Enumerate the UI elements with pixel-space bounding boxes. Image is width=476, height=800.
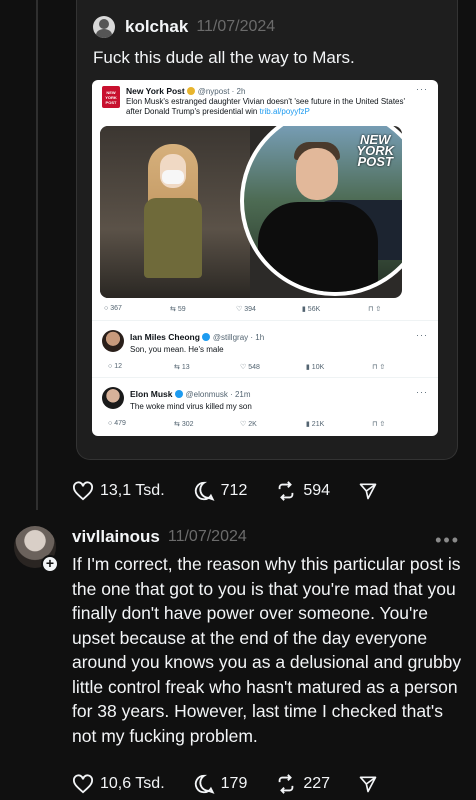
- reply-author-username[interactable]: vivllainous: [72, 527, 160, 547]
- reply-header: vivllainous 11/07/2024: [72, 527, 247, 547]
- like-count: 13,1 Tsd.: [100, 482, 165, 499]
- embedded-tweet-screenshot[interactable]: NEW YORK POST New York Post @nypost · 2h ·…: [92, 80, 438, 436]
- comment-icon: [194, 774, 215, 794]
- tweet1-views: ▮ 56K: [302, 306, 321, 313]
- repost-icon: [279, 481, 294, 501]
- tweet1-author: New York Post: [126, 86, 185, 96]
- like-button[interactable]: 13,1 Tsd.: [72, 481, 165, 501]
- tweet3-header: Elon Musk @elonmusk · 21m: [130, 389, 251, 399]
- verified-badge-icon: [174, 390, 183, 398]
- tweet1-link: trib.al/poyyfzP: [259, 107, 310, 116]
- thread-line: [36, 0, 38, 510]
- tweet1-handle: @nypost · 2h: [197, 86, 246, 96]
- repost-icon: [279, 774, 294, 794]
- tweet2-author: Ian Miles Cheong: [130, 332, 200, 342]
- nypost-stamp: NEW YORK POST: [356, 132, 394, 169]
- quoted-author-username[interactable]: kolchak: [125, 17, 188, 37]
- repost-count: 227: [303, 775, 331, 792]
- comment-button[interactable]: 179: [193, 773, 248, 795]
- repost-button[interactable]: 594: [275, 480, 330, 502]
- quote-post-actions: 13,1 Tsd. 712 594: [72, 480, 412, 502]
- plus-icon[interactable]: +: [41, 555, 59, 573]
- tweet2-header: Ian Miles Cheong @stillgray · 1h: [130, 332, 264, 342]
- quoted-post-card[interactable]: kolchak 11/07/2024 Fuck this dude all th…: [76, 0, 458, 460]
- quoted-post-date: 11/07/2024: [196, 18, 276, 35]
- comment-button[interactable]: 712: [193, 480, 248, 502]
- quoted-post-text: Fuck this dude all the way to Mars.: [93, 48, 355, 67]
- share-icon: [359, 483, 377, 500]
- news-photo: NEW YORK POST: [100, 126, 402, 298]
- reply-date: 11/07/2024: [167, 528, 247, 545]
- tweet1-replies: ○ 367: [104, 305, 122, 312]
- like-count: 10,6 Tsd.: [100, 775, 165, 792]
- tweet1-text: Elon Musk's estranged daughter Vivian do…: [126, 97, 406, 116]
- reply-actions: 10,6 Tsd. 179 227: [72, 773, 412, 795]
- nypost-logo: NEW YORK POST: [102, 86, 120, 108]
- verified-badge-icon: [186, 87, 195, 95]
- tweet3-avatar: [102, 387, 124, 409]
- quoted-author-avatar[interactable]: [93, 16, 115, 38]
- tweet1-likes: ♡ 394: [236, 306, 256, 313]
- share-button[interactable]: [358, 774, 384, 794]
- tweet2-text: Son, you mean. He's male: [130, 345, 224, 354]
- heart-icon: [73, 481, 93, 501]
- tweet3-author: Elon Musk: [130, 389, 173, 399]
- tweet2-avatar: [102, 330, 124, 352]
- comment-icon: [194, 481, 215, 501]
- comment-count: 179: [220, 775, 248, 792]
- verified-badge-icon: [201, 333, 210, 341]
- tweet1-reposts: ⇆ 59: [170, 306, 186, 313]
- share-icon: [359, 776, 377, 793]
- quoted-post-header: kolchak 11/07/2024: [93, 16, 275, 38]
- comment-count: 712: [220, 482, 248, 499]
- share-button[interactable]: [358, 481, 384, 501]
- more-icon: ···: [416, 84, 428, 94]
- reply-text: If I'm correct, the reason why this part…: [72, 554, 462, 746]
- repost-button[interactable]: 227: [275, 773, 330, 795]
- tweet3-text: The woke mind virus killed my son: [130, 402, 252, 411]
- tweet2-stats: ○ 12 ⇆ 13 ♡ 548 ▮ 10K ⊓ ⇧: [108, 363, 386, 371]
- heart-icon: [73, 774, 93, 794]
- like-button[interactable]: 10,6 Tsd.: [72, 774, 165, 794]
- more-icon[interactable]: •••: [435, 530, 460, 551]
- repost-count: 594: [303, 482, 331, 499]
- tweet3-handle: @elonmusk · 21m: [185, 389, 251, 399]
- tweet1-header: New York Post @nypost · 2h: [126, 86, 245, 96]
- tweet3-stats: ○ 479 ⇆ 302 ♡ 2K ▮ 21K ⊓ ⇧: [108, 420, 386, 428]
- tweet2-handle: @stillgray · 1h: [212, 332, 265, 342]
- tweet1-stats: ○ 367 ⇆ 59 ♡ 394 ▮ 56K ⊓ ⇧: [104, 305, 382, 313]
